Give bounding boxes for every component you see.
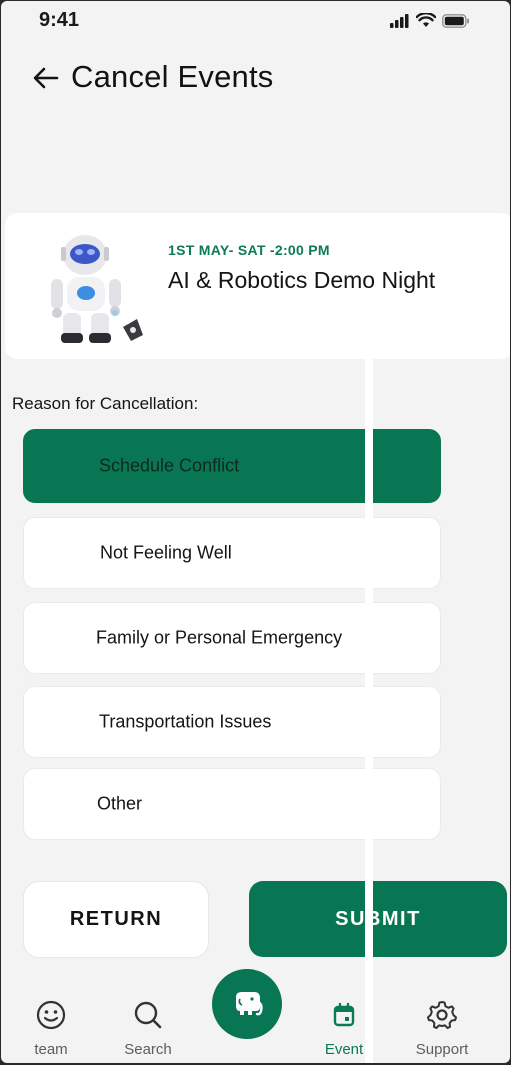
return-button[interactable]: RETURN — [23, 881, 209, 958]
reason-option-transportation-issues[interactable]: Transportation Issues — [23, 686, 441, 758]
reason-option-label: Family or Personal Emergency — [96, 627, 343, 648]
nav-label-support: Support — [415, 1041, 469, 1058]
divider-strip — [365, 356, 373, 1063]
reason-option-not-feeling-well[interactable]: Not Feeling Well — [23, 517, 441, 589]
bottom-nav: team Search Event Support — [1, 991, 510, 1063]
arrow-left-icon — [33, 67, 59, 89]
nav-label-event: Event — [324, 1041, 364, 1058]
status-time: 9:41 — [39, 9, 80, 31]
nav-item-search[interactable]: Search — [108, 999, 188, 1058]
nav-item-team[interactable]: team — [11, 999, 91, 1058]
page-title: Cancel Events — [71, 59, 274, 94]
smiley-icon — [36, 1000, 66, 1030]
nav-item-support[interactable]: Support — [402, 999, 482, 1058]
battery-icon — [442, 13, 469, 28]
wifi-icon — [416, 13, 436, 27]
reason-option-label: Not Feeling Well — [100, 542, 232, 563]
gear-icon — [427, 1001, 457, 1029]
nav-label-search: Search — [124, 1041, 172, 1058]
reason-option-family-emergency[interactable]: Family or Personal Emergency — [23, 602, 441, 674]
back-button[interactable] — [29, 61, 63, 95]
reason-label: Reason for Cancellation: — [12, 394, 199, 413]
signal-icon — [390, 13, 409, 28]
event-date: 1ST MAY- SAT -2:00 PM — [168, 242, 330, 258]
nav-item-event[interactable]: Event — [304, 999, 384, 1058]
phone-screen: 9:41 Cancel Events 1ST MAY- SAT -2:00 PM… — [1, 1, 510, 1063]
event-title: AI & Robotics Demo Night — [168, 267, 436, 293]
submit-button[interactable]: SUBMIT — [249, 881, 507, 957]
reason-option-label: Other — [97, 793, 143, 814]
status-icons — [390, 13, 470, 28]
calendar-icon — [333, 1002, 355, 1027]
event-card[interactable]: 1ST MAY- SAT -2:00 PM AI & Robotics Demo… — [5, 213, 510, 359]
nav-label-team: team — [34, 1041, 68, 1058]
reason-option-other[interactable]: Other — [23, 768, 441, 840]
reason-option-label: Schedule Conflict — [99, 455, 240, 476]
search-icon — [134, 1001, 162, 1029]
reason-option-schedule-conflict[interactable]: Schedule Conflict — [23, 429, 441, 503]
reason-option-label: Transportation Issues — [99, 711, 272, 732]
robot-image — [51, 235, 143, 343]
